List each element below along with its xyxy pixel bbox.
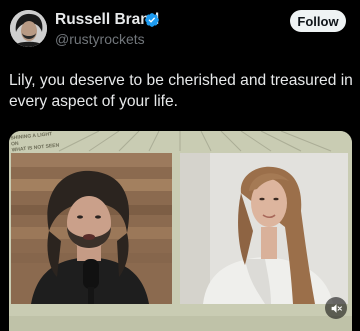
verified-badge-icon — [145, 13, 159, 27]
right-video-pane — [180, 153, 348, 304]
left-video-pane — [11, 153, 172, 304]
post-text: Lily, you deserve to be cherished and tr… — [9, 70, 354, 112]
post-text-line: every aspect of your life. — [9, 93, 179, 110]
tweet-card: Russell Brand @rustyrockets Follow Lily,… — [0, 0, 360, 331]
post-text-line: Lily, you deserve to be cherished and tr… — [9, 72, 353, 89]
follow-button[interactable]: Follow — [290, 10, 346, 32]
author-avatar[interactable] — [10, 10, 47, 47]
speaker-muted-icon[interactable] — [325, 297, 347, 319]
video-player[interactable]: SHINING A LIGHT ON WHAT IS NOT SEEN — [9, 131, 352, 331]
video-frame — [9, 131, 352, 331]
author-handle[interactable]: @rustyrockets — [55, 31, 145, 47]
speaker-muted-glyph — [331, 303, 342, 313]
avatar-icon — [10, 10, 47, 47]
